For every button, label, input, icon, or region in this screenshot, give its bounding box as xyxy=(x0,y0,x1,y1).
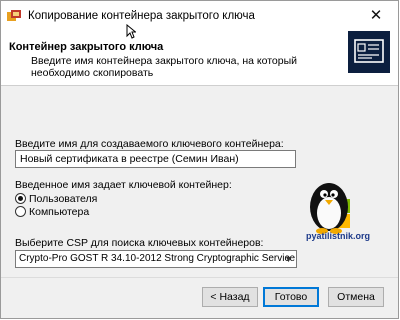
radio-computer[interactable]: Компьютера xyxy=(15,205,89,218)
cancel-button[interactable]: Отмена xyxy=(328,287,384,307)
chevron-down-icon[interactable]: ▼ xyxy=(284,251,293,267)
csp-selected-value: Crypto-Pro GOST R 34.10-2012 Strong Cryp… xyxy=(19,253,296,264)
back-button[interactable]: < Назад xyxy=(202,287,258,307)
close-button[interactable]: ✕ xyxy=(360,5,392,27)
header-title: Контейнер закрытого ключа xyxy=(9,41,164,53)
certificate-icon xyxy=(348,31,390,73)
csp-label: Выберите CSP для поиска ключевых контейн… xyxy=(15,237,264,249)
radio-user[interactable]: Пользователя xyxy=(15,192,97,205)
window-title: Копирование контейнера закрытого ключа xyxy=(28,10,255,22)
button-separator xyxy=(1,277,398,278)
copy-container-dialog: Копирование контейнера закрытого ключа ✕… xyxy=(0,0,399,319)
app-icon xyxy=(7,10,21,21)
scope-label: Введенное имя задает ключевой контейнер: xyxy=(15,179,232,191)
radio-user-button[interactable] xyxy=(15,193,26,204)
title-bar: Копирование контейнера закрытого ключа ✕ xyxy=(1,1,398,31)
container-name-label: Введите имя для создаваемого ключевого к… xyxy=(15,138,284,150)
mouse-cursor-icon xyxy=(126,24,136,39)
watermark-text: pyatilistnik.org xyxy=(306,231,371,241)
wizard-header: Контейнер закрытого ключа Введите имя ко… xyxy=(1,31,398,86)
finish-button[interactable]: Готово xyxy=(263,287,319,307)
radio-computer-button[interactable] xyxy=(15,206,26,217)
container-name-input[interactable] xyxy=(15,150,296,168)
header-description: Введите имя контейнера закрытого ключа, … xyxy=(31,55,297,79)
csp-select[interactable]: Crypto-Pro GOST R 34.10-2012 Strong Cryp… xyxy=(15,250,297,268)
radio-computer-label: Компьютера xyxy=(29,205,90,218)
radio-user-label: Пользователя xyxy=(29,192,98,205)
